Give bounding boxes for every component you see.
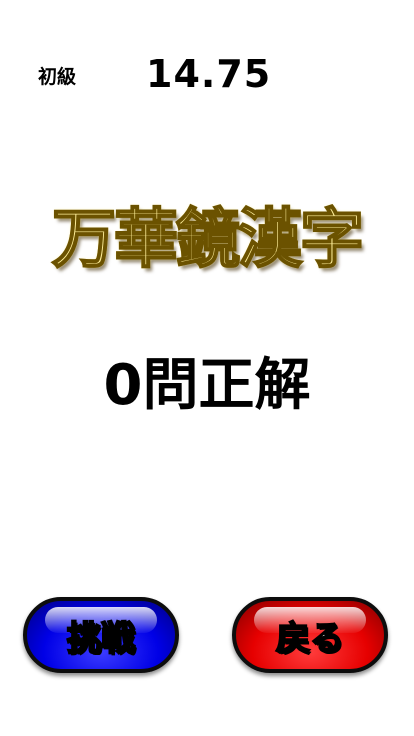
game-title-text: 万華鏡漢字 [51,202,365,278]
challenge-button-label: 挑戦 [66,618,136,660]
back-button-label: 戻る [275,618,345,660]
level-label: 初級 [38,66,77,88]
challenge-button[interactable]: 挑戦 [23,597,179,673]
back-button[interactable]: 戻る [232,597,388,673]
elapsed-time: 14.75 [146,52,272,96]
game-title-logo: 万華鏡漢字 [0,188,414,280]
result-text: 0問正解 [103,353,311,418]
